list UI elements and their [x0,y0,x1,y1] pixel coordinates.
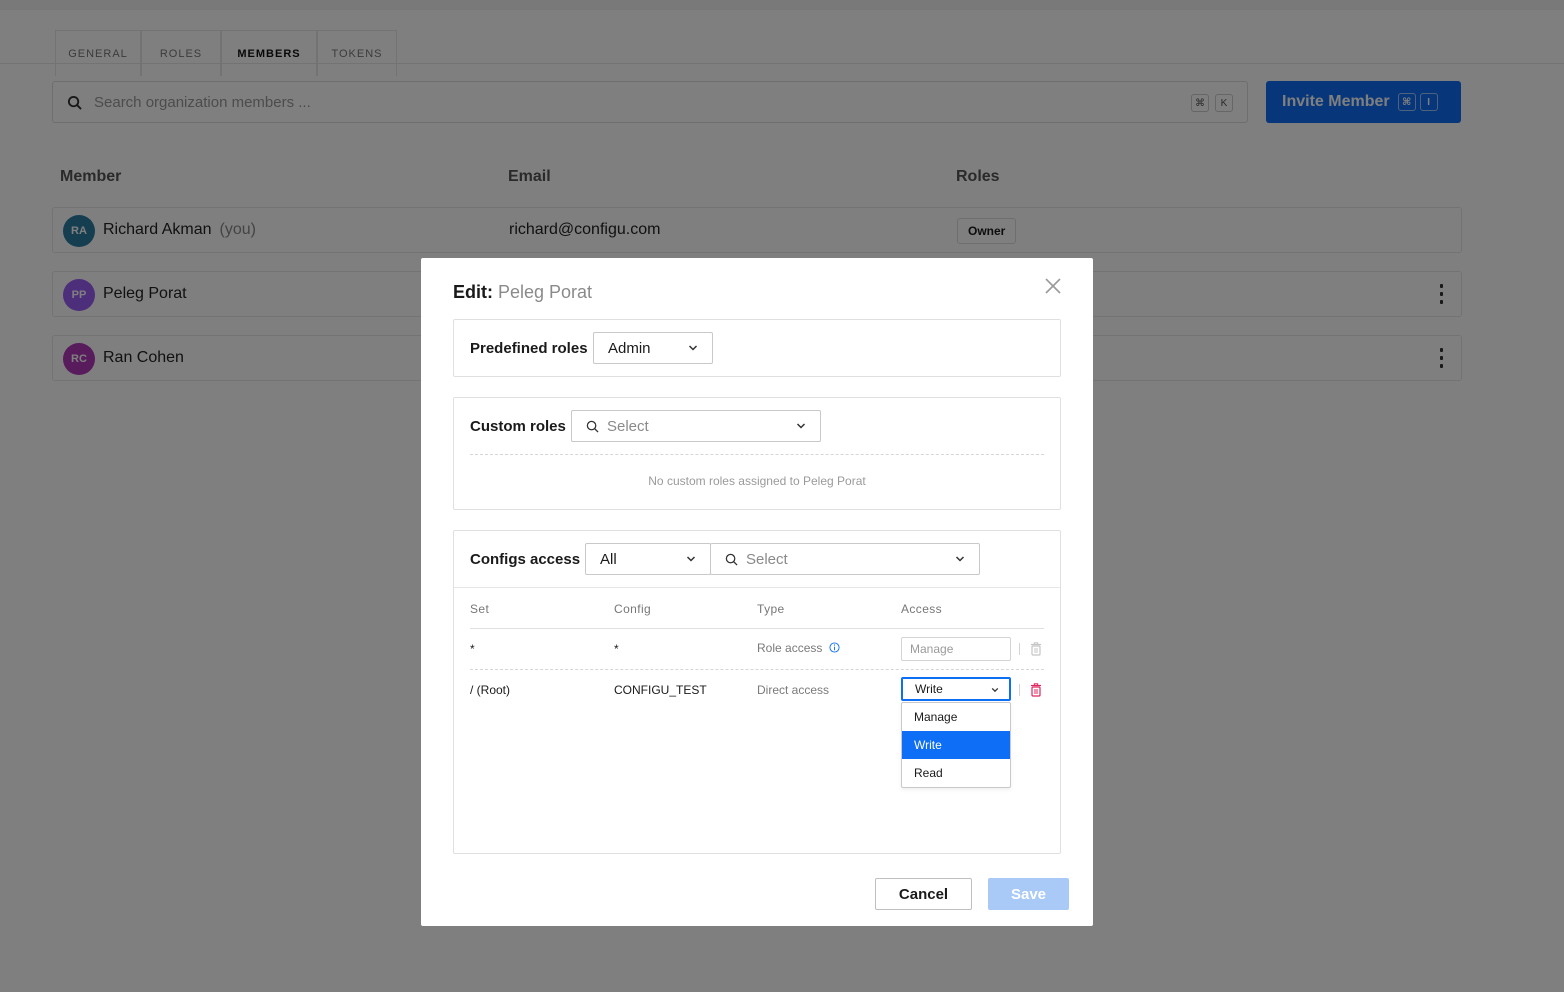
dropdown-option-manage[interactable]: Manage [902,703,1010,731]
chevron-down-icon [686,556,696,562]
predefined-roles-label: Predefined roles [470,340,588,357]
chevron-down-icon [688,345,698,351]
cell-type: Role access [757,641,840,655]
access-dropdown-menu: Manage Write Read [901,702,1011,788]
configs-search-placeholder: Select [746,550,788,568]
cell-config: * [614,642,619,656]
modal-title-prefix: Edit: [453,282,493,302]
divider [470,628,1044,629]
column-header-set: Set [470,602,490,616]
column-header-type: Type [757,602,785,616]
cancel-button[interactable]: Cancel [875,878,972,910]
info-icon[interactable] [829,642,840,653]
type-text: Role access [757,641,823,655]
trash-icon [1031,642,1041,656]
column-header-access: Access [901,602,943,616]
delete-icon[interactable] [1030,683,1042,697]
divider [1019,684,1020,696]
modal-member-name: Peleg Porat [498,282,593,302]
divider [470,454,1044,455]
search-icon [586,420,599,433]
divider [470,669,1044,670]
divider [454,587,1060,588]
predefined-roles-select[interactable]: Admin [593,332,713,364]
configs-access-panel: Configs access All Select Set Config Typ… [453,530,1061,854]
cell-set: / (Root) [470,683,511,697]
custom-roles-select[interactable]: Select [571,410,821,442]
predefined-roles-panel: Predefined roles Admin [453,319,1061,377]
dropdown-option-read[interactable]: Read [902,759,1010,787]
predefined-roles-value: Admin [608,339,651,357]
empty-custom-roles-message: No custom roles assigned to Peleg Porat [648,474,866,488]
custom-roles-panel: Custom roles Select No custom roles assi… [453,397,1061,510]
dropdown-option-write[interactable]: Write [902,731,1010,759]
edit-member-modal: Edit: Peleg Porat Predefined roles Admin … [421,258,1093,926]
column-header-config: Config [614,602,652,616]
chevron-down-icon [991,687,999,693]
cell-type: Direct access [757,683,830,697]
configs-filter-value: All [600,550,617,568]
save-button[interactable]: Save [988,878,1069,910]
divider [1019,643,1020,655]
configs-access-label: Configs access [470,551,581,568]
chevron-down-icon [955,556,965,562]
cell-set: * [470,642,475,656]
search-icon [725,553,738,566]
cell-config: CONFIGU_TEST [614,683,707,697]
configs-filter-select[interactable]: All [585,543,711,575]
custom-roles-label: Custom roles [470,418,566,435]
access-select-value: Write [915,682,943,696]
custom-roles-placeholder: Select [607,417,649,435]
chevron-down-icon [796,423,806,429]
access-select[interactable]: Write [901,677,1011,701]
access-select-disabled: Manage [901,637,1011,661]
close-icon[interactable] [1043,276,1063,296]
configs-search-select[interactable]: Select [710,543,980,575]
modal-title: Edit: Peleg Porat [453,282,592,303]
